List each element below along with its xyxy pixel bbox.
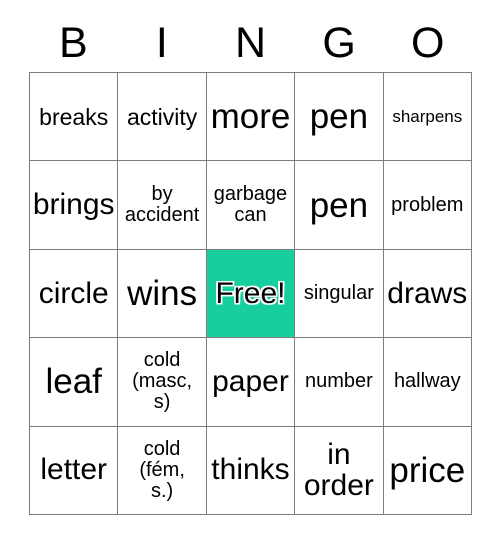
bingo-cell-label: thinks xyxy=(211,453,290,487)
bingo-cell-label: brings xyxy=(32,188,115,222)
bingo-cell-b1[interactable]: breaks xyxy=(30,73,119,162)
bingo-cell-o5[interactable]: price xyxy=(383,426,472,515)
bingo-header-letter-2: I xyxy=(155,18,168,67)
bingo-cell-n5[interactable]: thinks xyxy=(206,426,296,515)
bingo-cell-i1[interactable]: activity xyxy=(118,73,207,162)
bingo-cell-label: letter xyxy=(40,453,108,487)
bingo-cell-i4[interactable]: cold (masc, s) xyxy=(118,338,207,427)
bingo-cell-label: wins xyxy=(127,273,198,313)
bingo-cell-label: leaf xyxy=(45,362,102,402)
bingo-header-row: BINGO xyxy=(29,14,472,72)
bingo-cell-o2[interactable]: problem xyxy=(383,161,472,250)
bingo-cell-i5[interactable]: cold (fém, s.) xyxy=(118,426,207,515)
bingo-cell-label: garbage can xyxy=(213,182,288,227)
bingo-cell-label: cold (masc, s) xyxy=(132,349,193,414)
bingo-cell-n2[interactable]: garbage can xyxy=(206,161,296,250)
bingo-grid: breaks activity more pen sharpens brings by ac… xyxy=(29,72,472,515)
bingo-cell-label: sharpens xyxy=(392,106,463,126)
bingo-cell-label: singular xyxy=(303,281,374,304)
bingo-header-letter-1: B xyxy=(58,18,88,67)
bingo-cell-label: paper xyxy=(212,364,289,398)
bingo-cell-label: problem xyxy=(391,193,464,216)
bingo-cell-g3[interactable]: singular xyxy=(295,249,384,339)
bingo-cell-b4[interactable]: leaf xyxy=(30,338,119,427)
bingo-cell-o1[interactable]: sharpens xyxy=(383,73,472,162)
bingo-cell-label: in order xyxy=(303,437,374,503)
bingo-cell-label: more xyxy=(210,97,291,137)
bingo-cell-label: by accident xyxy=(124,182,200,227)
bingo-cell-n4[interactable]: paper xyxy=(206,338,296,427)
bingo-cell-b2[interactable]: brings xyxy=(30,161,119,250)
bingo-header-letter-4: G xyxy=(322,18,356,67)
bingo-cell-n1[interactable]: more xyxy=(206,73,296,162)
bingo-cell-b3[interactable]: circle xyxy=(30,249,119,339)
bingo-card: BINGO breaks activity more pen sharpens bring… xyxy=(0,0,500,544)
bingo-cell-g4[interactable]: number xyxy=(295,338,384,427)
bingo-cell-label: draws xyxy=(387,276,468,310)
bingo-cell-i2[interactable]: by accident xyxy=(118,161,207,250)
bingo-cell-label: number xyxy=(304,370,373,393)
bingo-cell-label: price xyxy=(389,450,466,490)
bingo-cell-g1[interactable]: pen xyxy=(295,73,384,162)
bingo-cell-label: hallway xyxy=(393,370,461,393)
bingo-header-letter-5: O xyxy=(410,18,445,67)
bingo-cell-label: Free! xyxy=(215,276,286,310)
bingo-cell-label: breaks xyxy=(39,103,109,130)
bingo-cell-label: pen xyxy=(309,97,369,137)
bingo-cell-g2[interactable]: pen xyxy=(295,161,384,250)
bingo-cell-i3[interactable]: wins xyxy=(118,249,207,339)
bingo-cell-label: cold (fém, s.) xyxy=(139,437,185,502)
bingo-cell-label: activity xyxy=(126,103,198,130)
bingo-cell-g5[interactable]: in order xyxy=(295,426,384,515)
bingo-cell-free-n3[interactable]: Free! xyxy=(206,249,296,339)
bingo-cell-o4[interactable]: hallway xyxy=(383,338,472,427)
bingo-cell-b5[interactable]: letter xyxy=(30,426,119,515)
bingo-cell-o3[interactable]: draws xyxy=(383,249,472,339)
bingo-cell-label: circle xyxy=(38,276,109,310)
bingo-cell-label: pen xyxy=(309,185,369,225)
bingo-header-letter-3: N xyxy=(234,18,267,67)
